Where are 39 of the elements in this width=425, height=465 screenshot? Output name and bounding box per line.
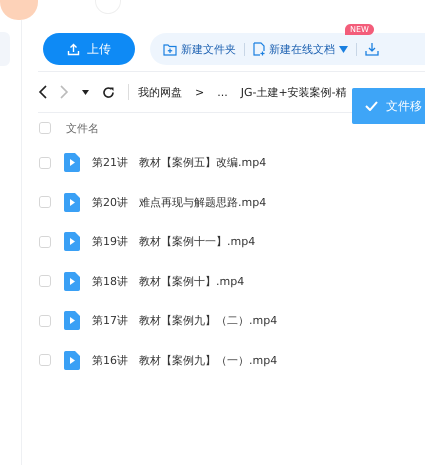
select-all-checkbox[interactable] (39, 122, 51, 134)
video-file-icon (64, 350, 80, 370)
video-file-icon (64, 272, 80, 291)
new-badge: NEW (345, 24, 374, 35)
row-checkbox[interactable] (39, 196, 51, 208)
row-checkbox[interactable] (39, 314, 51, 327)
file-name[interactable]: 第19讲 教材【案例十一】.mp4 (92, 234, 256, 250)
breadcrumb-link[interactable]: 我的网盘 (138, 84, 182, 100)
toolbar-button[interactable]: 新建在线文档 (253, 42, 348, 56)
file-name[interactable]: 第21讲 教材【案例五】改编.mp4 (92, 155, 266, 170)
toast-text: 文件移 (386, 98, 422, 114)
video-file-icon (64, 153, 80, 172)
upload-button[interactable]: 上传 (43, 33, 135, 65)
file-name[interactable]: 第16讲 教材【案例九】（一）.mp4 (92, 352, 278, 368)
download-button[interactable] (365, 42, 379, 56)
video-file-icon (64, 311, 80, 330)
row-checkbox[interactable] (39, 354, 51, 366)
row-checkbox[interactable] (39, 236, 51, 248)
document-add-icon (253, 42, 265, 56)
breadcrumb-item[interactable]: JG-土建+安装案例-精 (240, 84, 347, 100)
breadcrumb-item[interactable]: > (195, 86, 204, 98)
caret-icon[interactable] (82, 90, 89, 94)
file-name[interactable]: 第20讲 难点再现与解题思路.mp4 (92, 194, 266, 210)
download-icon (365, 42, 379, 56)
toolbar-button[interactable]: 新建文件夹 (163, 42, 236, 56)
file-name[interactable]: 第18讲 教材【案例十】.mp4 (92, 274, 244, 289)
refresh-icon[interactable] (102, 86, 115, 98)
video-file-icon (64, 192, 80, 212)
video-file-icon (64, 232, 80, 252)
row-checkbox[interactable] (39, 156, 51, 169)
folder-add-icon (163, 42, 177, 56)
back-icon[interactable] (38, 85, 47, 99)
row-checkbox[interactable] (39, 275, 51, 288)
check-icon (365, 101, 378, 111)
file-name[interactable]: 第17讲 教材【案例九】（二）.mp4 (92, 313, 278, 328)
upload-icon (67, 42, 80, 56)
column-header: 文件名 (66, 120, 99, 136)
forward-icon[interactable] (60, 85, 69, 99)
breadcrumb-item[interactable]: ... (217, 86, 228, 98)
